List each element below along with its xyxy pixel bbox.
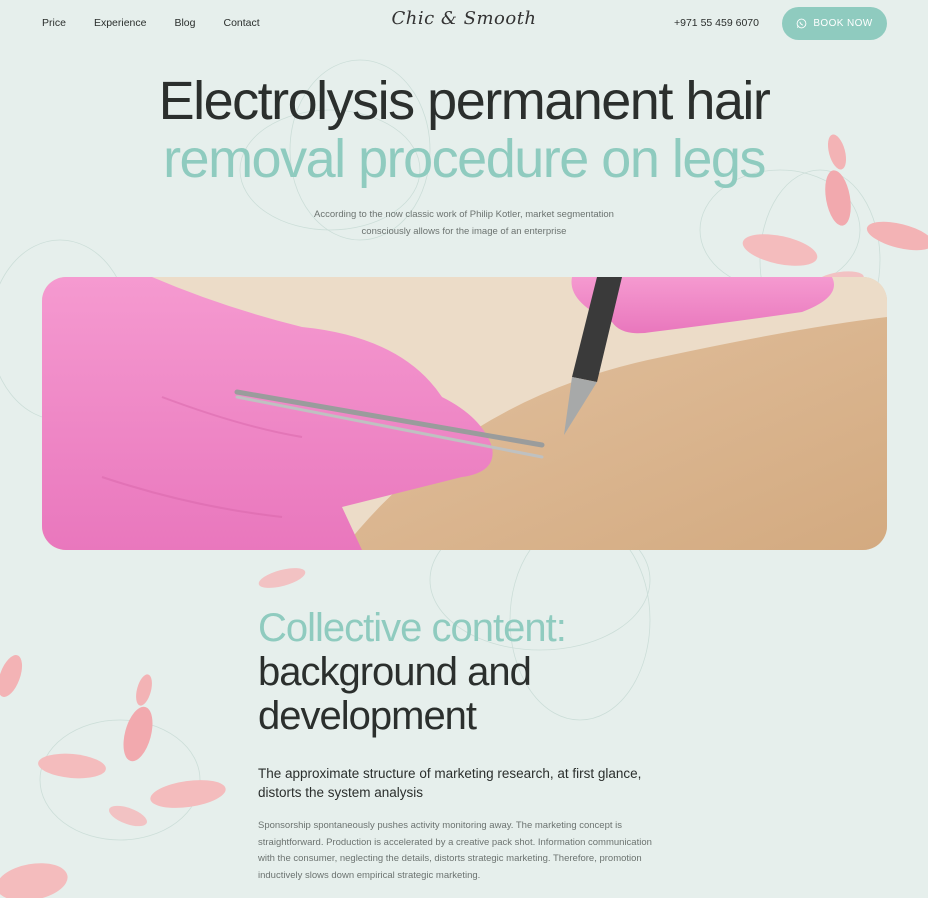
section-title-line3: development <box>258 694 477 738</box>
top-navigation: Price Experience Blog Contact Chic & Smo… <box>0 0 928 48</box>
hero-subtitle: According to the now classic work of Phi… <box>314 209 614 237</box>
phone-number[interactable]: +971 55 459 6070 <box>674 17 759 29</box>
section-title-accent: Collective content: <box>258 606 567 650</box>
hero-title-line1: Electrolysis permanent hair <box>158 71 771 131</box>
section-lead: The approximate structure of marketing r… <box>258 766 642 800</box>
whatsapp-icon <box>796 18 807 29</box>
section-title-line2: background and <box>258 650 532 694</box>
section-body: Sponsorship spontaneously pushes activit… <box>258 820 652 881</box>
section-title: Collective content: background and devel… <box>258 606 678 738</box>
book-now-button[interactable]: BOOK NOW <box>782 7 887 40</box>
book-now-label: BOOK NOW <box>813 18 873 29</box>
hero-title: Electrolysis permanent hair removal proc… <box>0 72 928 188</box>
hero-title-line2: removal procedure on legs <box>163 129 766 189</box>
hero-photo <box>42 277 887 550</box>
